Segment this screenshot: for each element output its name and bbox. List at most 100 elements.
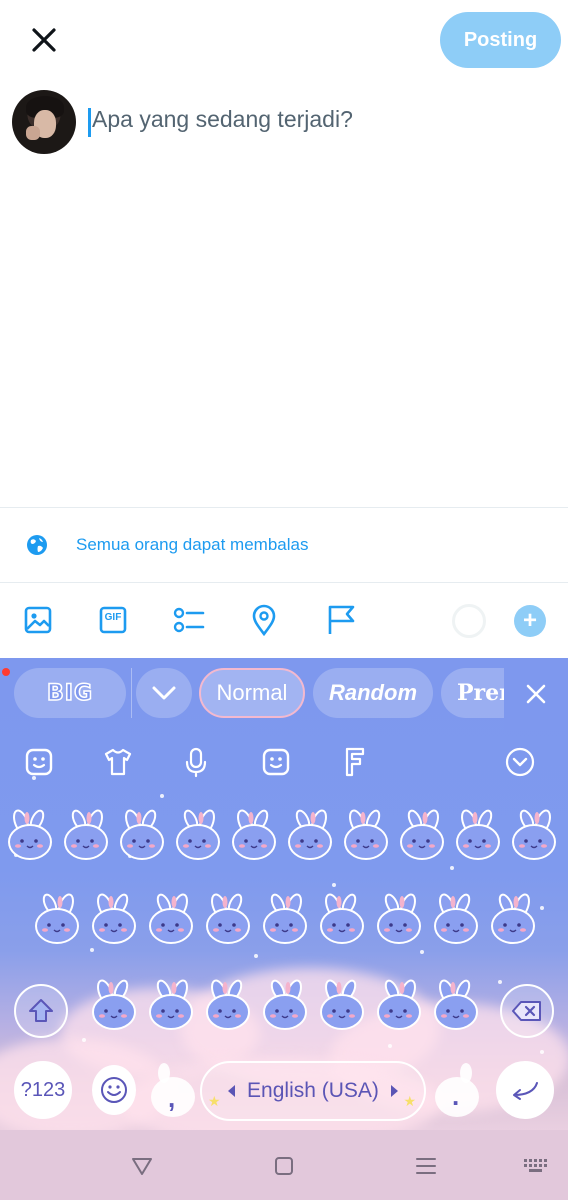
letter-key[interactable] [486, 890, 540, 950]
back-icon [132, 1158, 152, 1175]
enter-key[interactable] [496, 1061, 554, 1119]
avatar[interactable] [12, 90, 76, 154]
space-key[interactable]: English (USA) ★ ★ [200, 1061, 426, 1121]
star-icon: ★ [208, 1093, 221, 1109]
smiley-icon [101, 1077, 127, 1103]
shift-key[interactable] [14, 984, 68, 1038]
bunny-key-icon [120, 809, 164, 860]
font-chip-label: BIG [46, 680, 93, 707]
globe-icon [27, 535, 47, 555]
emoji-icon [262, 748, 290, 776]
nav-back-button[interactable] [128, 1152, 156, 1180]
bunny-key-icon [149, 893, 193, 944]
letter-key[interactable] [144, 976, 198, 1036]
bunny-key-icon [400, 809, 444, 860]
theme-button[interactable] [98, 742, 138, 782]
letter-key[interactable] [451, 806, 505, 866]
period-label: . [452, 1081, 460, 1111]
letter-key[interactable] [115, 806, 169, 866]
letter-key[interactable] [429, 890, 483, 950]
letter-key[interactable] [258, 976, 312, 1036]
comma-key[interactable]: , [146, 1061, 200, 1121]
letter-key[interactable] [258, 890, 312, 950]
letter-key[interactable] [507, 806, 561, 866]
close-icon [32, 28, 56, 52]
bunny-key-icon [377, 893, 421, 944]
font-chip-normal[interactable]: Normal [199, 668, 305, 718]
close-icon [526, 684, 546, 704]
bunny-key-icon [512, 809, 556, 860]
star-icon: ★ [403, 1093, 416, 1109]
font-style-strip: BIG Normal Random Prem [0, 658, 568, 730]
system-navigation-bar [0, 1130, 568, 1200]
font-chip-label: Normal [216, 680, 288, 705]
reply-setting-label: Semua orang dapat membalas [76, 535, 309, 554]
poll-button[interactable] [172, 603, 206, 637]
nav-recents-button[interactable] [412, 1152, 440, 1180]
letter-key[interactable] [395, 806, 449, 866]
letter-key[interactable] [372, 890, 426, 950]
collapse-toolbar-button[interactable] [500, 742, 540, 782]
bunny-key-icon [434, 893, 478, 944]
nav-keyboard-button[interactable] [522, 1152, 550, 1180]
font-chip-random[interactable]: Random [313, 668, 433, 718]
sticker-button[interactable] [19, 742, 59, 782]
letter-key[interactable] [201, 890, 255, 950]
bunny-key-icon [491, 893, 535, 944]
location-button[interactable] [247, 603, 281, 637]
letter-key[interactable] [339, 806, 393, 866]
gif-button[interactable]: GIF [96, 603, 130, 637]
chevron-down-icon [505, 747, 535, 777]
voice-input-button[interactable] [176, 742, 216, 782]
font-expand-button[interactable] [136, 668, 192, 718]
keyboard: BIG Normal Random Prem ?123 , English (U… [0, 658, 568, 1130]
close-button[interactable] [24, 20, 64, 60]
bunny-key-icon [320, 893, 364, 944]
close-font-strip-button[interactable] [504, 658, 568, 730]
bunny-key-icon [263, 893, 307, 944]
letter-key[interactable] [315, 976, 369, 1036]
letter-key[interactable] [429, 976, 483, 1036]
bunny-key-icon [8, 809, 52, 860]
bunny-key-icon [92, 979, 136, 1030]
poll-icon [173, 607, 205, 633]
character-counter [452, 604, 486, 638]
letter-key[interactable] [372, 976, 426, 1036]
backspace-key[interactable] [500, 984, 554, 1038]
compose-input[interactable]: Apa yang sedang terjadi? [92, 106, 353, 133]
numeric-key[interactable]: ?123 [14, 1061, 72, 1119]
period-key[interactable]: . [430, 1061, 484, 1121]
letter-key[interactable] [87, 890, 141, 950]
bunny-key-icon [320, 979, 364, 1030]
bunny-key-icon [232, 809, 276, 860]
bunny-key-icon [263, 979, 307, 1030]
divider [0, 582, 568, 583]
font-button[interactable] [334, 742, 374, 782]
post-button[interactable]: Posting [440, 12, 561, 68]
nav-home-button[interactable] [270, 1152, 298, 1180]
letter-key[interactable] [144, 890, 198, 950]
image-button[interactable] [21, 603, 55, 637]
backspace-icon [512, 1001, 541, 1021]
shift-arrow-icon [29, 999, 53, 1022]
letter-key[interactable] [201, 976, 255, 1036]
letter-key[interactable] [87, 976, 141, 1036]
emoji-key[interactable] [92, 1065, 136, 1115]
letter-key[interactable] [171, 806, 225, 866]
font-chip-big[interactable]: BIG [14, 668, 126, 718]
reply-setting-button[interactable]: Semua orang dapat membalas [0, 508, 568, 582]
flag-button[interactable] [324, 603, 358, 637]
shirt-icon [104, 748, 132, 776]
sticker-icon [25, 748, 53, 776]
font-chip-label: Random [329, 680, 417, 705]
letter-key[interactable] [227, 806, 281, 866]
letter-key[interactable] [315, 890, 369, 950]
bunny-key-icon [206, 979, 250, 1030]
bunny-key-icon [456, 809, 500, 860]
emoji-button[interactable] [256, 742, 296, 782]
letter-key[interactable] [59, 806, 113, 866]
letter-key[interactable] [283, 806, 337, 866]
add-thread-button[interactable]: + [514, 605, 546, 637]
letter-key[interactable] [3, 806, 57, 866]
letter-key[interactable] [30, 890, 84, 950]
